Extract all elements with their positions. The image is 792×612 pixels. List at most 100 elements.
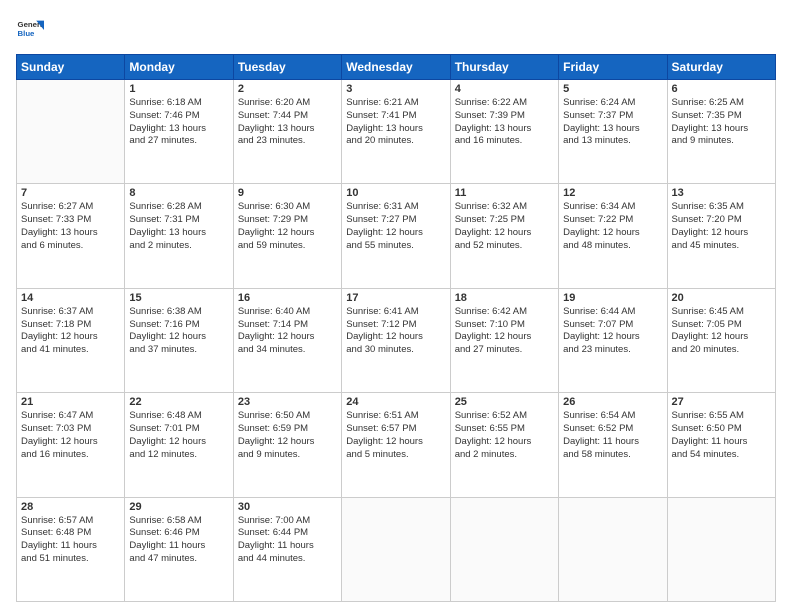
day-number: 1 [129, 83, 228, 95]
cell-content: Sunrise: 6:41 AMSunset: 7:12 PMDaylight:… [346, 306, 445, 357]
cell-content: Sunrise: 6:25 AMSunset: 7:35 PMDaylight:… [672, 97, 771, 148]
cell-content: Sunrise: 6:58 AMSunset: 6:46 PMDaylight:… [129, 515, 228, 566]
cell-content: Sunrise: 6:21 AMSunset: 7:41 PMDaylight:… [346, 97, 445, 148]
cell-content: Sunrise: 6:40 AMSunset: 7:14 PMDaylight:… [238, 306, 337, 357]
cell-content: Sunrise: 6:31 AMSunset: 7:27 PMDaylight:… [346, 201, 445, 252]
calendar-cell: 3 Sunrise: 6:21 AMSunset: 7:41 PMDaylight… [342, 80, 450, 184]
calendar-cell: 14 Sunrise: 6:37 AMSunset: 7:18 PMDayligh… [17, 288, 125, 392]
cell-content: Sunrise: 6:52 AMSunset: 6:55 PMDaylight:… [455, 410, 554, 461]
calendar-cell [667, 497, 775, 601]
cell-content: Sunrise: 6:48 AMSunset: 7:01 PMDaylight:… [129, 410, 228, 461]
calendar-cell: 4 Sunrise: 6:22 AMSunset: 7:39 PMDaylight… [450, 80, 558, 184]
calendar-cell: 13 Sunrise: 6:35 AMSunset: 7:20 PMDayligh… [667, 184, 775, 288]
calendar-cell: 26 Sunrise: 6:54 AMSunset: 6:52 PMDayligh… [559, 393, 667, 497]
cell-content: Sunrise: 6:24 AMSunset: 7:37 PMDaylight:… [563, 97, 662, 148]
calendar-cell [342, 497, 450, 601]
calendar-cell: 17 Sunrise: 6:41 AMSunset: 7:12 PMDayligh… [342, 288, 450, 392]
week-row-5: 28 Sunrise: 6:57 AMSunset: 6:48 PMDayligh… [17, 497, 776, 601]
dow-header-thursday: Thursday [450, 55, 558, 80]
calendar-cell: 27 Sunrise: 6:55 AMSunset: 6:50 PMDayligh… [667, 393, 775, 497]
cell-content: Sunrise: 6:44 AMSunset: 7:07 PMDaylight:… [563, 306, 662, 357]
cell-content: Sunrise: 6:32 AMSunset: 7:25 PMDaylight:… [455, 201, 554, 252]
cell-content: Sunrise: 6:55 AMSunset: 6:50 PMDaylight:… [672, 410, 771, 461]
calendar-cell: 22Sunrise: 6:48 AMSunset: 7:01 PMDayligh… [125, 393, 233, 497]
cell-content: Sunrise: 6:42 AMSunset: 7:10 PMDaylight:… [455, 306, 554, 357]
calendar-cell: 30Sunrise: 7:00 AMSunset: 6:44 PMDayligh… [233, 497, 341, 601]
cell-content: Sunrise: 6:28 AMSunset: 7:31 PMDaylight:… [129, 201, 228, 252]
calendar-cell [450, 497, 558, 601]
day-number: 26 [563, 396, 662, 408]
day-number: 9 [238, 187, 337, 199]
cell-content: Sunrise: 6:45 AMSunset: 7:05 PMDaylight:… [672, 306, 771, 357]
cell-content: Sunrise: 6:20 AMSunset: 7:44 PMDaylight:… [238, 97, 337, 148]
calendar-cell: 9 Sunrise: 6:30 AMSunset: 7:29 PMDaylight… [233, 184, 341, 288]
day-number: 8 [129, 187, 228, 199]
day-number: 5 [563, 83, 662, 95]
calendar-cell: 10 Sunrise: 6:31 AMSunset: 7:27 PMDayligh… [342, 184, 450, 288]
logo: General Blue [16, 16, 44, 44]
calendar-cell: 8 Sunrise: 6:28 AMSunset: 7:31 PMDaylight… [125, 184, 233, 288]
dow-header-sunday: Sunday [17, 55, 125, 80]
calendar-cell: 5 Sunrise: 6:24 AMSunset: 7:37 PMDaylight… [559, 80, 667, 184]
day-number: 17 [346, 292, 445, 304]
calendar-cell: 25Sunrise: 6:52 AMSunset: 6:55 PMDayligh… [450, 393, 558, 497]
day-number: 29 [129, 501, 228, 513]
svg-text:Blue: Blue [18, 29, 36, 38]
day-number: 19 [563, 292, 662, 304]
calendar-cell: 1 Sunrise: 6:18 AMSunset: 7:46 PMDaylight… [125, 80, 233, 184]
cell-content: Sunrise: 6:51 AMSunset: 6:57 PMDaylight:… [346, 410, 445, 461]
day-number: 18 [455, 292, 554, 304]
day-number: 23 [238, 396, 337, 408]
cell-content: Sunrise: 6:38 AMSunset: 7:16 PMDaylight:… [129, 306, 228, 357]
calendar-cell [17, 80, 125, 184]
cell-content: Sunrise: 6:18 AMSunset: 7:46 PMDaylight:… [129, 97, 228, 148]
cell-content: Sunrise: 6:54 AMSunset: 6:52 PMDaylight:… [563, 410, 662, 461]
week-row-2: 7Sunrise: 6:27 AMSunset: 7:33 PMDaylight… [17, 184, 776, 288]
day-number: 21 [21, 396, 120, 408]
day-number: 3 [346, 83, 445, 95]
calendar-cell: 7Sunrise: 6:27 AMSunset: 7:33 PMDaylight… [17, 184, 125, 288]
dow-header-saturday: Saturday [667, 55, 775, 80]
day-number: 7 [21, 187, 120, 199]
week-row-4: 21Sunrise: 6:47 AMSunset: 7:03 PMDayligh… [17, 393, 776, 497]
calendar-cell [559, 497, 667, 601]
cell-content: Sunrise: 6:35 AMSunset: 7:20 PMDaylight:… [672, 201, 771, 252]
calendar-cell: 12 Sunrise: 6:34 AMSunset: 7:22 PMDayligh… [559, 184, 667, 288]
day-number: 28 [21, 501, 120, 513]
day-number: 27 [672, 396, 771, 408]
cell-content: Sunrise: 6:37 AMSunset: 7:18 PMDaylight:… [21, 306, 120, 357]
calendar-cell: 28 Sunrise: 6:57 AMSunset: 6:48 PMDayligh… [17, 497, 125, 601]
day-number: 6 [672, 83, 771, 95]
dow-header-wednesday: Wednesday [342, 55, 450, 80]
day-number: 20 [672, 292, 771, 304]
calendar-cell: 24Sunrise: 6:51 AMSunset: 6:57 PMDayligh… [342, 393, 450, 497]
calendar-cell: 15Sunrise: 6:38 AMSunset: 7:16 PMDayligh… [125, 288, 233, 392]
calendar-cell: 29 Sunrise: 6:58 AMSunset: 6:46 PMDayligh… [125, 497, 233, 601]
logo-icon: General Blue [16, 16, 44, 44]
calendar-cell: 21Sunrise: 6:47 AMSunset: 7:03 PMDayligh… [17, 393, 125, 497]
calendar-table: SundayMondayTuesdayWednesdayThursdayFrid… [16, 54, 776, 602]
calendar-cell: 16 Sunrise: 6:40 AMSunset: 7:14 PMDayligh… [233, 288, 341, 392]
day-number: 11 [455, 187, 554, 199]
calendar-cell: 19 Sunrise: 6:44 AMSunset: 7:07 PMDayligh… [559, 288, 667, 392]
calendar-cell: 20 Sunrise: 6:45 AMSunset: 7:05 PMDayligh… [667, 288, 775, 392]
calendar-cell: 11 Sunrise: 6:32 AMSunset: 7:25 PMDayligh… [450, 184, 558, 288]
cell-content: Sunrise: 6:30 AMSunset: 7:29 PMDaylight:… [238, 201, 337, 252]
cell-content: Sunrise: 6:57 AMSunset: 6:48 PMDaylight:… [21, 515, 120, 566]
day-number: 4 [455, 83, 554, 95]
cell-content: Sunrise: 6:50 AMSunset: 6:59 PMDaylight:… [238, 410, 337, 461]
dow-header-tuesday: Tuesday [233, 55, 341, 80]
week-row-1: 1 Sunrise: 6:18 AMSunset: 7:46 PMDaylight… [17, 80, 776, 184]
day-number: 13 [672, 187, 771, 199]
day-number: 16 [238, 292, 337, 304]
dow-header-friday: Friday [559, 55, 667, 80]
cell-content: Sunrise: 6:34 AMSunset: 7:22 PMDaylight:… [563, 201, 662, 252]
day-number: 14 [21, 292, 120, 304]
calendar-body: 1 Sunrise: 6:18 AMSunset: 7:46 PMDaylight… [17, 80, 776, 602]
dow-header-monday: Monday [125, 55, 233, 80]
cell-content: Sunrise: 7:00 AMSunset: 6:44 PMDaylight:… [238, 515, 337, 566]
day-number: 10 [346, 187, 445, 199]
calendar-cell: 23 Sunrise: 6:50 AMSunset: 6:59 PMDayligh… [233, 393, 341, 497]
day-number: 12 [563, 187, 662, 199]
cell-content: Sunrise: 6:22 AMSunset: 7:39 PMDaylight:… [455, 97, 554, 148]
